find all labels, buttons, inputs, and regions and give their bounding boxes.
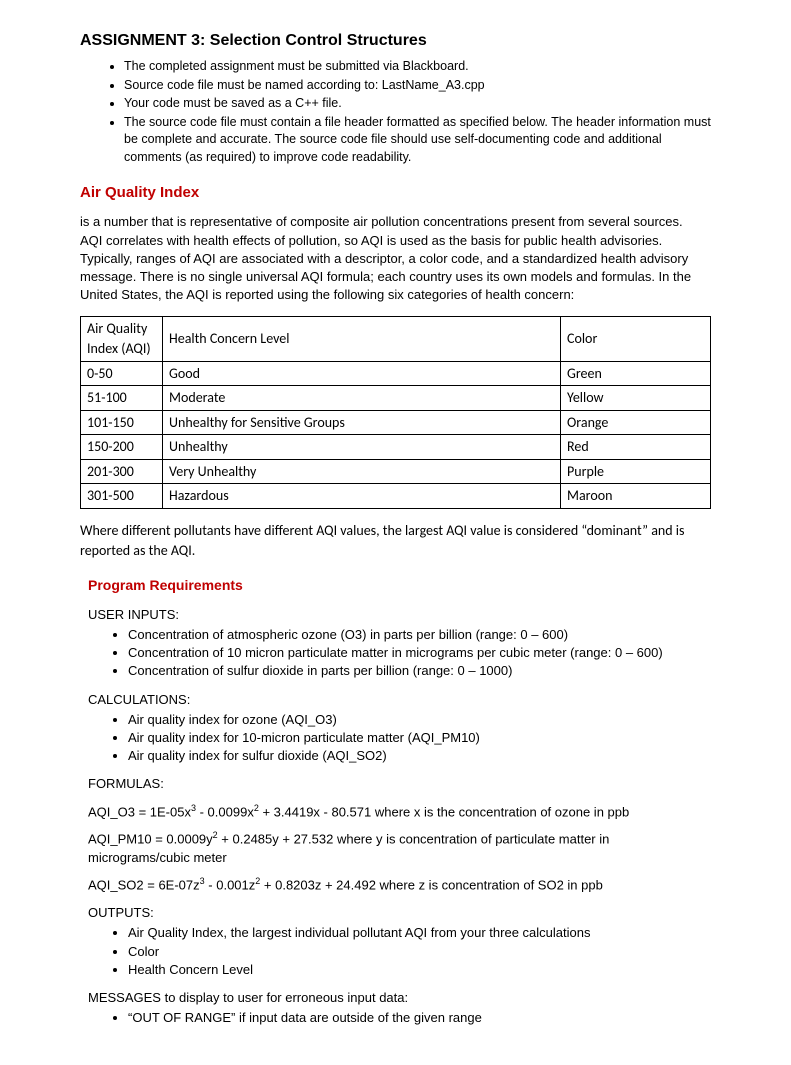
calculations-label: CALCULATIONS: [88, 691, 711, 709]
table-cell: Maroon [561, 484, 711, 509]
aqi-heading: Air Quality Index [80, 182, 711, 203]
table-row: 201-300 Very Unhealthy Purple [81, 459, 711, 484]
dominant-note: Where different pollutants have differen… [80, 521, 711, 560]
table-cell: 201-300 [81, 459, 163, 484]
outputs-label: OUTPUTS: [88, 904, 711, 922]
table-cell: 0-50 [81, 361, 163, 386]
user-inputs-list: Concentration of atmospheric ozone (O3) … [128, 626, 711, 681]
list-item: Air quality index for sulfur dioxide (AQ… [128, 747, 711, 765]
table-row: 150-200 Unhealthy Red [81, 435, 711, 460]
formula-text: - 0.001z [205, 877, 256, 892]
intro-bullets: The completed assignment must be submitt… [124, 58, 711, 166]
calculations-list: Air quality index for ozone (AQI_O3) Air… [128, 711, 711, 766]
table-cell: Orange [561, 410, 711, 435]
formula-so2: AQI_SO2 = 6E-07z3 - 0.001z2 + 0.8203z + … [88, 875, 711, 895]
list-item: Your code must be saved as a C++ file. [124, 95, 711, 113]
messages-list: “OUT OF RANGE” if input data are outside… [128, 1009, 711, 1027]
list-item: Health Concern Level [128, 961, 711, 979]
list-item: The source code file must contain a file… [124, 114, 711, 167]
table-cell: Moderate [163, 386, 561, 411]
formula-o3: AQI_O3 = 1E-05x3 - 0.0099x2 + 3.4419x - … [88, 802, 711, 822]
assignment-title: ASSIGNMENT 3: Selection Control Structur… [80, 30, 711, 52]
table-cell: Hazardous [163, 484, 561, 509]
table-cell: Purple [561, 459, 711, 484]
table-cell: Yellow [561, 386, 711, 411]
formula-text: + 3.4419x - 80.571 where x is the concen… [259, 804, 629, 819]
table-header-row: Air Quality Index (AQI) Health Concern L… [81, 317, 711, 361]
formula-text: AQI_SO2 = 6E-07z [88, 877, 200, 892]
table-header-cell: Health Concern Level [163, 317, 561, 361]
messages-label: MESSAGES to display to user for erroneou… [88, 989, 711, 1007]
formula-text: AQI_PM10 = 0.0009y [88, 831, 213, 846]
list-item: Concentration of 10 micron particulate m… [128, 644, 711, 662]
formulas-label: FORMULAS: [88, 775, 711, 793]
aqi-table: Air Quality Index (AQI) Health Concern L… [80, 316, 711, 509]
table-header-cell: Air Quality Index (AQI) [81, 317, 163, 361]
formula-text: AQI_O3 = 1E-05x [88, 804, 191, 819]
table-cell: 101-150 [81, 410, 163, 435]
table-cell: Red [561, 435, 711, 460]
table-cell: Very Unhealthy [163, 459, 561, 484]
user-inputs-label: USER INPUTS: [88, 606, 711, 624]
list-item: The completed assignment must be submitt… [124, 58, 711, 76]
table-row: 101-150 Unhealthy for Sensitive Groups O… [81, 410, 711, 435]
formula-text: - 0.0099x [196, 804, 254, 819]
formula-text: + 0.8203z + 24.492 where z is concentrat… [260, 877, 603, 892]
list-item: Concentration of sulfur dioxide in parts… [128, 662, 711, 680]
list-item: Color [128, 943, 711, 961]
table-header-cell: Color [561, 317, 711, 361]
table-row: 301-500 Hazardous Maroon [81, 484, 711, 509]
table-cell: 301-500 [81, 484, 163, 509]
list-item: Air Quality Index, the largest individua… [128, 924, 711, 942]
program-requirements-heading: Program Requirements [88, 576, 711, 596]
table-cell: 150-200 [81, 435, 163, 460]
aqi-paragraph: is a number that is representative of co… [80, 213, 705, 304]
formula-pm10: AQI_PM10 = 0.0009y2 + 0.2485y + 27.532 w… [88, 829, 711, 867]
list-item: Air quality index for ozone (AQI_O3) [128, 711, 711, 729]
table-row: 51-100 Moderate Yellow [81, 386, 711, 411]
list-item: Concentration of atmospheric ozone (O3) … [128, 626, 711, 644]
outputs-list: Air Quality Index, the largest individua… [128, 924, 711, 979]
table-cell: Unhealthy [163, 435, 561, 460]
table-cell: Green [561, 361, 711, 386]
list-item: Source code file must be named according… [124, 77, 711, 95]
table-cell: 51-100 [81, 386, 163, 411]
list-item: “OUT OF RANGE” if input data are outside… [128, 1009, 711, 1027]
list-item: Air quality index for 10-micron particul… [128, 729, 711, 747]
table-cell: Unhealthy for Sensitive Groups [163, 410, 561, 435]
table-row: 0-50 Good Green [81, 361, 711, 386]
table-cell: Good [163, 361, 561, 386]
